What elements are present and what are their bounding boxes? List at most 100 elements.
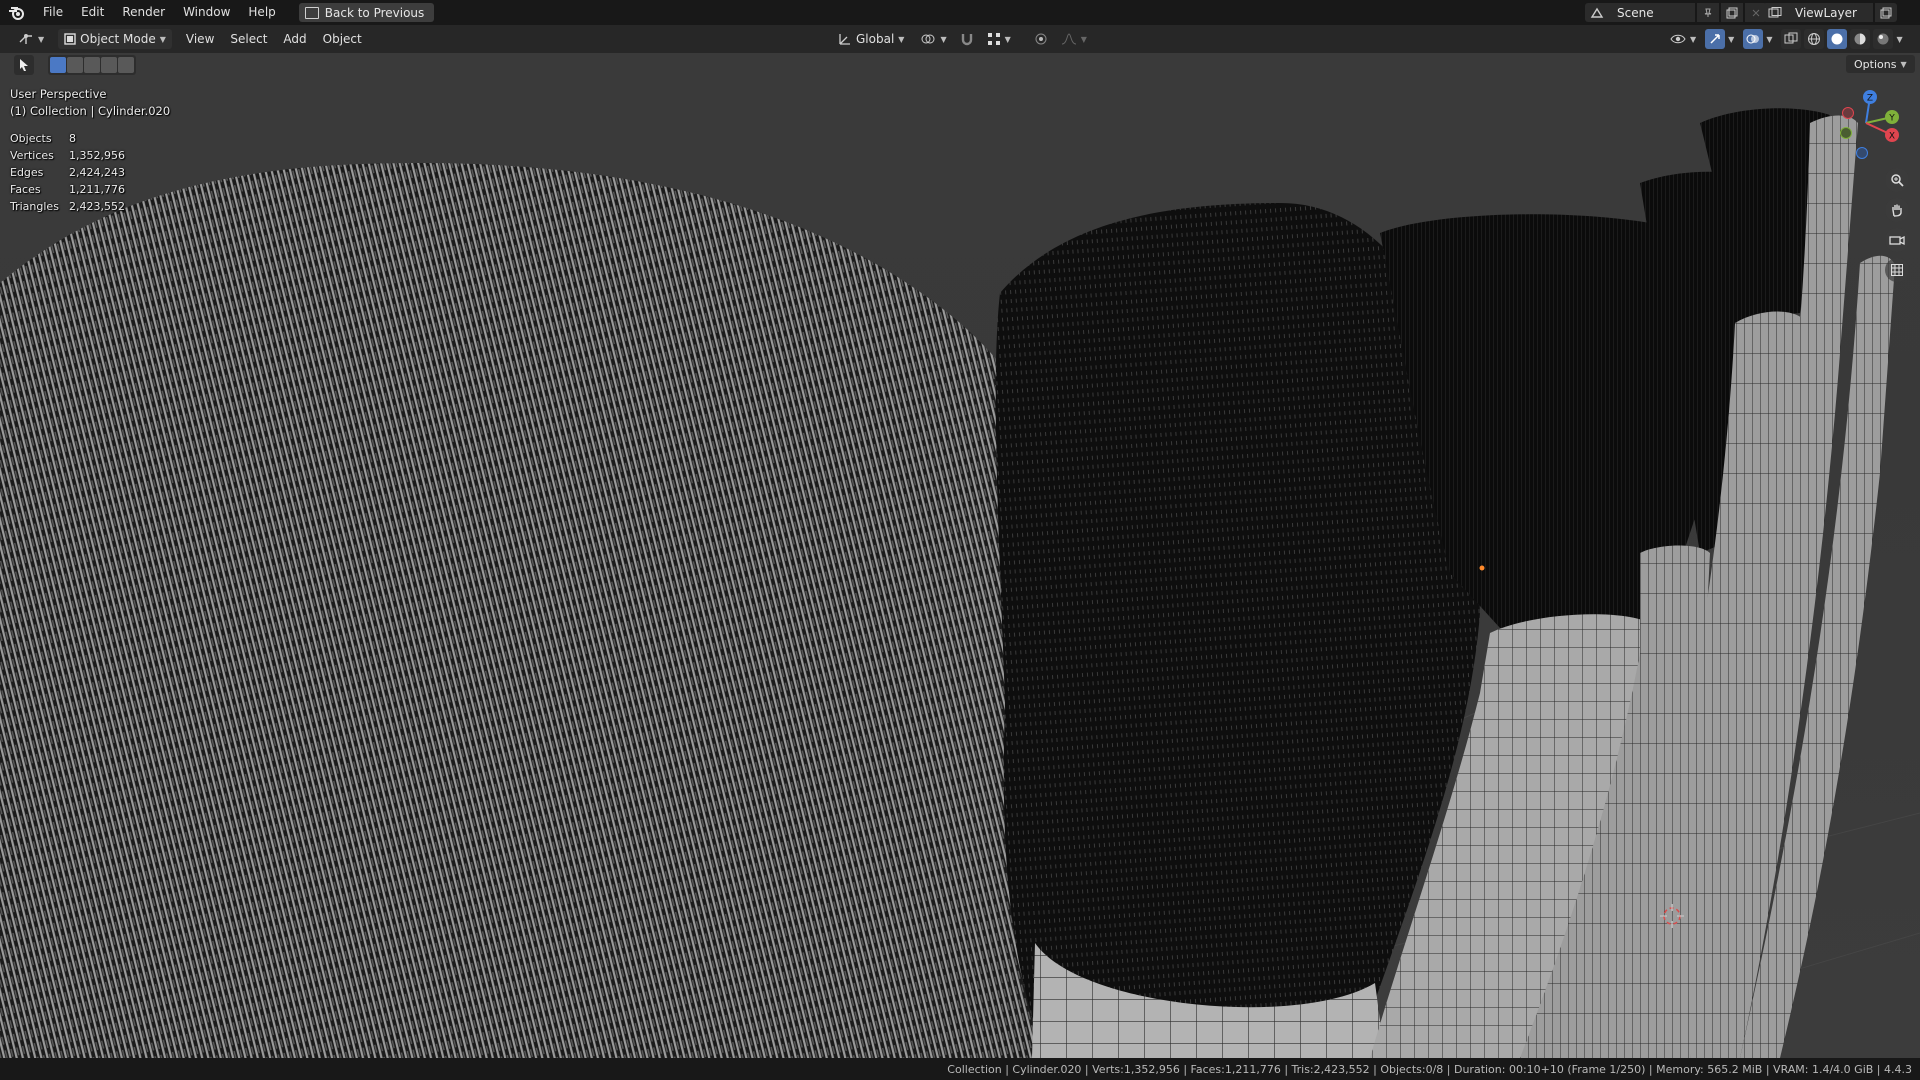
pan-hand-icon[interactable] [1885,198,1909,222]
chevron-down-icon: ▼ [159,34,166,44]
tool-settings-row [14,55,136,75]
back-to-previous-label: Back to Previous [324,5,425,20]
z-axis-label: Z [1867,94,1873,104]
neg-z-handle[interactable] [1856,147,1868,159]
stat-row: Triangles 2,423,552 [10,200,125,217]
pivot-icon [921,34,935,44]
status-text: Collection | Cylinder.020 | Verts:1,352,… [947,1062,1912,1076]
menu-edit[interactable]: Edit [72,0,113,25]
menu-render[interactable]: Render [113,0,174,25]
chevron-down-icon: ▼ [1900,59,1907,69]
selection-mode-group [48,55,136,75]
proportional-editing-icon [1035,33,1047,45]
chevron-down-icon[interactable]: ▼ [1896,35,1902,44]
pin-icon[interactable] [1697,3,1719,22]
menu-view[interactable]: View [178,25,222,53]
x-axis-label: X [1889,132,1895,142]
stat-row: Objects 8 [10,132,125,149]
stat-value: 2,423,552 [69,200,125,213]
stat-row: Edges 2,424,243 [10,166,125,183]
transform-orientation-dropdown[interactable]: Global ▼ [832,29,910,49]
cursor-arrow-icon [20,59,28,71]
stat-value: 1,352,956 [69,149,125,162]
camera-view-icon[interactable] [1885,228,1909,252]
new-view-layer-icon[interactable] [1875,3,1897,22]
shading-material-button[interactable] [1850,29,1871,49]
stat-label: Edges [10,166,44,179]
menu-window[interactable]: Window [174,0,239,25]
menu-add[interactable]: Add [275,25,314,53]
menu-help[interactable]: Help [239,0,284,25]
rendered-sphere-icon [1877,33,1889,45]
scene-icon[interactable] [1585,3,1609,22]
snap-target-dropdown[interactable]: ▼ [981,29,1017,49]
overlays-icon [1746,34,1760,44]
active-object-label: (1) Collection | Cylinder.020 [10,104,171,118]
new-scene-icon[interactable] [1721,3,1743,22]
viewport-info-overlay: User Perspective (1) Collection | Cylind… [10,87,170,121]
gizmo-toggle[interactable] [1705,29,1726,49]
blender-logo-icon[interactable] [8,4,26,22]
navigation-gizmo[interactable]: Z Y X [1826,83,1906,163]
wireframe-sphere-icon [1808,33,1821,45]
viewport-display-tools: ▼ ▼ ▼ ▼ [1664,29,1903,49]
orientation-label: Global [856,32,895,46]
chevron-down-icon[interactable]: ▼ [1766,35,1772,44]
scene-render [0,108,1920,1058]
ortho-grid-icon[interactable] [1885,258,1909,282]
object-mode-dropdown[interactable]: Object Mode ▼ [58,29,172,49]
shading-rendered-button[interactable] [1873,29,1894,49]
window-icon [304,6,319,19]
neg-y-handle[interactable] [1840,127,1852,139]
editor-type-button[interactable]: ▼ [12,29,50,49]
options-dropdown[interactable]: Options ▼ [1846,55,1915,73]
snap-toggle[interactable] [957,29,977,49]
brush-bristles-light[interactable] [0,163,1080,1058]
menu-file[interactable]: File [34,0,72,25]
menu-object[interactable]: Object [315,25,370,53]
scene-selector[interactable]: Scene [1585,3,1767,22]
shading-solid-button[interactable] [1827,29,1848,49]
chevron-down-icon: ▼ [898,34,905,44]
chevron-down-icon[interactable]: ▼ [1728,35,1734,44]
stat-row: Vertices 1,352,956 [10,149,125,166]
stat-value: 2,424,243 [69,166,125,179]
select-extend-mode[interactable] [67,57,83,73]
select-subtract-mode[interactable] [84,57,100,73]
stat-label: Triangles [10,200,59,213]
stat-label: Objects [10,132,52,145]
snap-grid-icon [987,33,1000,45]
neg-x-handle[interactable] [1842,107,1854,119]
chevron-down-icon: ▼ [940,34,947,44]
stat-label: Vertices [10,149,54,162]
chevron-down-icon: ▼ [1004,34,1011,44]
view-layer-name-field[interactable]: ViewLayer [1787,3,1873,22]
perspective-label: User Perspective [10,87,107,101]
select-tool-button[interactable] [14,55,34,75]
chevron-down-icon: ▼ [1080,34,1087,44]
view-layer-selector[interactable]: ViewLayer [1763,3,1897,22]
options-label: Options [1854,57,1897,71]
select-intersect-mode[interactable] [118,57,134,73]
transform-tools: Global ▼ ▼ ▼ ▼ [832,29,1093,49]
visibility-dropdown[interactable]: ▼ [1664,29,1702,49]
menu-select[interactable]: Select [222,25,275,53]
3d-viewport[interactable]: Options ▼ User Perspective (1) Collectio… [0,53,1920,1058]
falloff-dropdown[interactable]: ▼ [1055,29,1093,49]
overlays-toggle[interactable] [1743,29,1764,49]
view-layer-icon[interactable] [1763,3,1787,22]
shading-wireframe-button[interactable] [1804,29,1825,49]
3d-viewport-icon [19,34,32,44]
zoom-icon[interactable] [1885,168,1909,192]
select-invert-mode[interactable] [101,57,117,73]
top-menu-bar: File Edit Render Window Help Back to Pre… [0,0,1920,25]
gizmo-icon [1710,34,1720,44]
scene-name-field[interactable]: Scene [1609,3,1695,22]
xray-toggle[interactable] [1781,29,1802,49]
pivot-point-dropdown[interactable]: ▼ [914,29,952,49]
xray-icon [1784,32,1798,44]
viewport-header: ▼ Object Mode ▼ View Select Add Object G… [0,25,1920,53]
select-new-mode[interactable] [50,57,66,73]
back-to-previous-button[interactable]: Back to Previous [298,3,435,22]
proportional-editing-toggle[interactable] [1031,29,1051,49]
